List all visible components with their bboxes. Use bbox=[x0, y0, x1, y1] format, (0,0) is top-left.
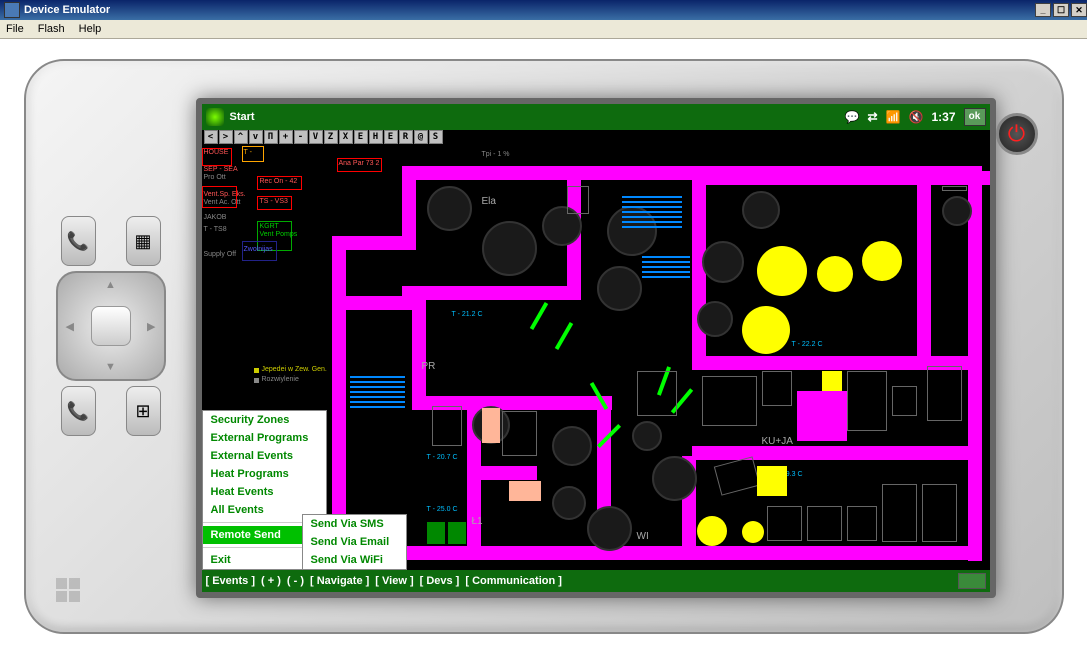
menu-heat-programs[interactable]: Heat Programs bbox=[203, 465, 326, 483]
hangup-button[interactable]: 📞 bbox=[61, 386, 96, 436]
volume-icon[interactable]: 🔇 bbox=[909, 110, 924, 124]
legend-pro: Pro Ott bbox=[204, 174, 226, 181]
window-titlebar: Device Emulator _ ☐ ✕ bbox=[0, 0, 1087, 20]
windows-logo-icon bbox=[56, 578, 80, 602]
legend-ts: TS - VS3 bbox=[260, 198, 288, 205]
tool-up[interactable]: ^ bbox=[234, 130, 248, 144]
legend-tts8: T - TS8 bbox=[204, 226, 227, 233]
submenu-send-wifi[interactable]: Send Via WiFi bbox=[303, 551, 406, 569]
device-area: 📞 ▦ ▲ ▼ ◀ ▶ 📞 ⊞ Start bbox=[0, 39, 1087, 653]
menubar: File Flash Help bbox=[0, 20, 1087, 39]
menu-help[interactable]: Help bbox=[79, 23, 102, 35]
window-title: Device Emulator bbox=[24, 4, 110, 16]
device-screen: Start 💬 ⇄ 📶 🔇 1:37 ok < > ^ v П + - V bbox=[196, 98, 996, 598]
call-button[interactable]: 📞 bbox=[61, 216, 96, 266]
legend-rec: Rec On - 42 bbox=[260, 178, 298, 185]
legend-jepedei: Jepedei w Zew. Gen. bbox=[262, 366, 327, 373]
power-button[interactable]: ⏻ bbox=[996, 113, 1038, 155]
menu-security-zones[interactable]: Security Zones bbox=[203, 411, 326, 429]
tool-minus[interactable]: - bbox=[294, 130, 308, 144]
tool-s[interactable]: S bbox=[429, 130, 443, 144]
legend-sep: SEP - SEA bbox=[204, 166, 238, 173]
label-kuja: KU+JA bbox=[762, 436, 793, 447]
legend-zwol: Zwolnijas bbox=[244, 246, 273, 253]
legend-roz: Rozwiylenie bbox=[262, 376, 299, 383]
menu-external-programs[interactable]: External Programs bbox=[203, 429, 326, 447]
label-wi: WI bbox=[637, 531, 649, 542]
close-button[interactable]: ✕ bbox=[1071, 3, 1087, 17]
device-left-panel: 📞 ▦ ▲ ▼ ◀ ▶ 📞 ⊞ bbox=[26, 61, 196, 632]
temp-1: T - 21.2 C bbox=[452, 311, 483, 318]
signal-icon: 📶 bbox=[886, 110, 901, 124]
menu-external-events[interactable]: External Events bbox=[203, 447, 326, 465]
legend-kgrt: KGRT bbox=[260, 223, 279, 230]
start-icon[interactable] bbox=[206, 108, 224, 126]
tool-h[interactable]: H bbox=[369, 130, 383, 144]
tool-z[interactable]: Z bbox=[324, 130, 338, 144]
legend-ventp: Vent Pomps bbox=[260, 231, 298, 238]
legend-anapar: Ana Par 73 2 bbox=[339, 160, 380, 167]
btn-navigate[interactable]: [ Navigate ] bbox=[310, 575, 369, 587]
stairs-2 bbox=[642, 256, 690, 278]
submenu-send-sms[interactable]: Send Via SMS bbox=[303, 515, 406, 533]
legend-jakob: JAKOB bbox=[204, 214, 227, 221]
clock: 1:37 bbox=[931, 110, 955, 124]
device: 📞 ▦ ▲ ▼ ◀ ▶ 📞 ⊞ Start bbox=[24, 59, 1064, 634]
sync-icon[interactable]: ⇄ bbox=[868, 110, 878, 124]
btn-minus[interactable]: ( - ) bbox=[287, 575, 304, 587]
tool-r[interactable]: R bbox=[399, 130, 413, 144]
wince-taskbar: Start 💬 ⇄ 📶 🔇 1:37 ok bbox=[202, 104, 990, 130]
btn-plus[interactable]: ( + ) bbox=[261, 575, 281, 587]
tool-at[interactable]: @ bbox=[414, 130, 428, 144]
stairs-1 bbox=[622, 196, 682, 228]
btn-devs[interactable]: [ Devs ] bbox=[420, 575, 460, 587]
minimize-button[interactable]: _ bbox=[1035, 3, 1051, 17]
calendar-button[interactable]: ▦ bbox=[126, 216, 161, 266]
submenu-send-email[interactable]: Send Via Email bbox=[303, 533, 406, 551]
temp-4: T - 22.2 C bbox=[792, 341, 823, 348]
tool-left[interactable]: < bbox=[204, 130, 218, 144]
label-tpi: Tpi - 1 % bbox=[482, 151, 510, 158]
keypad-button[interactable]: ⊞ bbox=[126, 386, 161, 436]
menu-file[interactable]: File bbox=[6, 23, 24, 35]
label-pr: PR bbox=[422, 361, 436, 372]
tool-v[interactable]: V bbox=[309, 130, 323, 144]
btn-communication[interactable]: [ Communication ] bbox=[465, 575, 562, 587]
app-icon bbox=[4, 2, 20, 18]
dpad[interactable]: ▲ ▼ ◀ ▶ bbox=[56, 271, 166, 381]
keyboard-icon[interactable] bbox=[958, 573, 986, 589]
start-label[interactable]: Start bbox=[230, 111, 255, 123]
dpad-center[interactable] bbox=[91, 306, 131, 346]
tool-pi[interactable]: П bbox=[264, 130, 278, 144]
tool-e2[interactable]: E bbox=[384, 130, 398, 144]
bottom-bar: [ Events ] ( + ) ( - ) [ Navigate ] [ Vi… bbox=[202, 570, 990, 592]
ok-button[interactable]: ok bbox=[964, 108, 986, 126]
label-l1: Ł1 bbox=[472, 516, 483, 527]
menu-flash[interactable]: Flash bbox=[38, 23, 65, 35]
toolbar: < > ^ v П + - V Z X E H E R @ S bbox=[202, 130, 990, 146]
tool-plus[interactable]: + bbox=[279, 130, 293, 144]
floorplan[interactable]: Ela SA PR Ł1 WI KU+JA Tpi - 1 % Tpa - 29… bbox=[202, 146, 990, 570]
remote-send-submenu: Send Via SMS Send Via Email Send Via WiF… bbox=[302, 514, 407, 570]
tool-down[interactable]: v bbox=[249, 130, 263, 144]
btn-view[interactable]: [ View ] bbox=[375, 575, 413, 587]
menu-heat-events[interactable]: Heat Events bbox=[203, 483, 326, 501]
temp-2: T - 20.7 C bbox=[427, 454, 458, 461]
stairs-3 bbox=[350, 376, 405, 408]
temp-3: T - 25.0 C bbox=[427, 506, 458, 513]
tool-x[interactable]: X bbox=[339, 130, 353, 144]
label-ela: Ela bbox=[482, 196, 496, 207]
tool-right[interactable]: > bbox=[219, 130, 233, 144]
maximize-button[interactable]: ☐ bbox=[1053, 3, 1069, 17]
legend-house: HOUSE bbox=[204, 149, 229, 156]
chat-icon[interactable]: 💬 bbox=[845, 110, 860, 124]
legend-t: T - bbox=[244, 149, 252, 156]
tool-e[interactable]: E bbox=[354, 130, 368, 144]
legend-supply: Supply Off bbox=[204, 251, 237, 258]
btn-events[interactable]: [ Events ] bbox=[206, 575, 256, 587]
